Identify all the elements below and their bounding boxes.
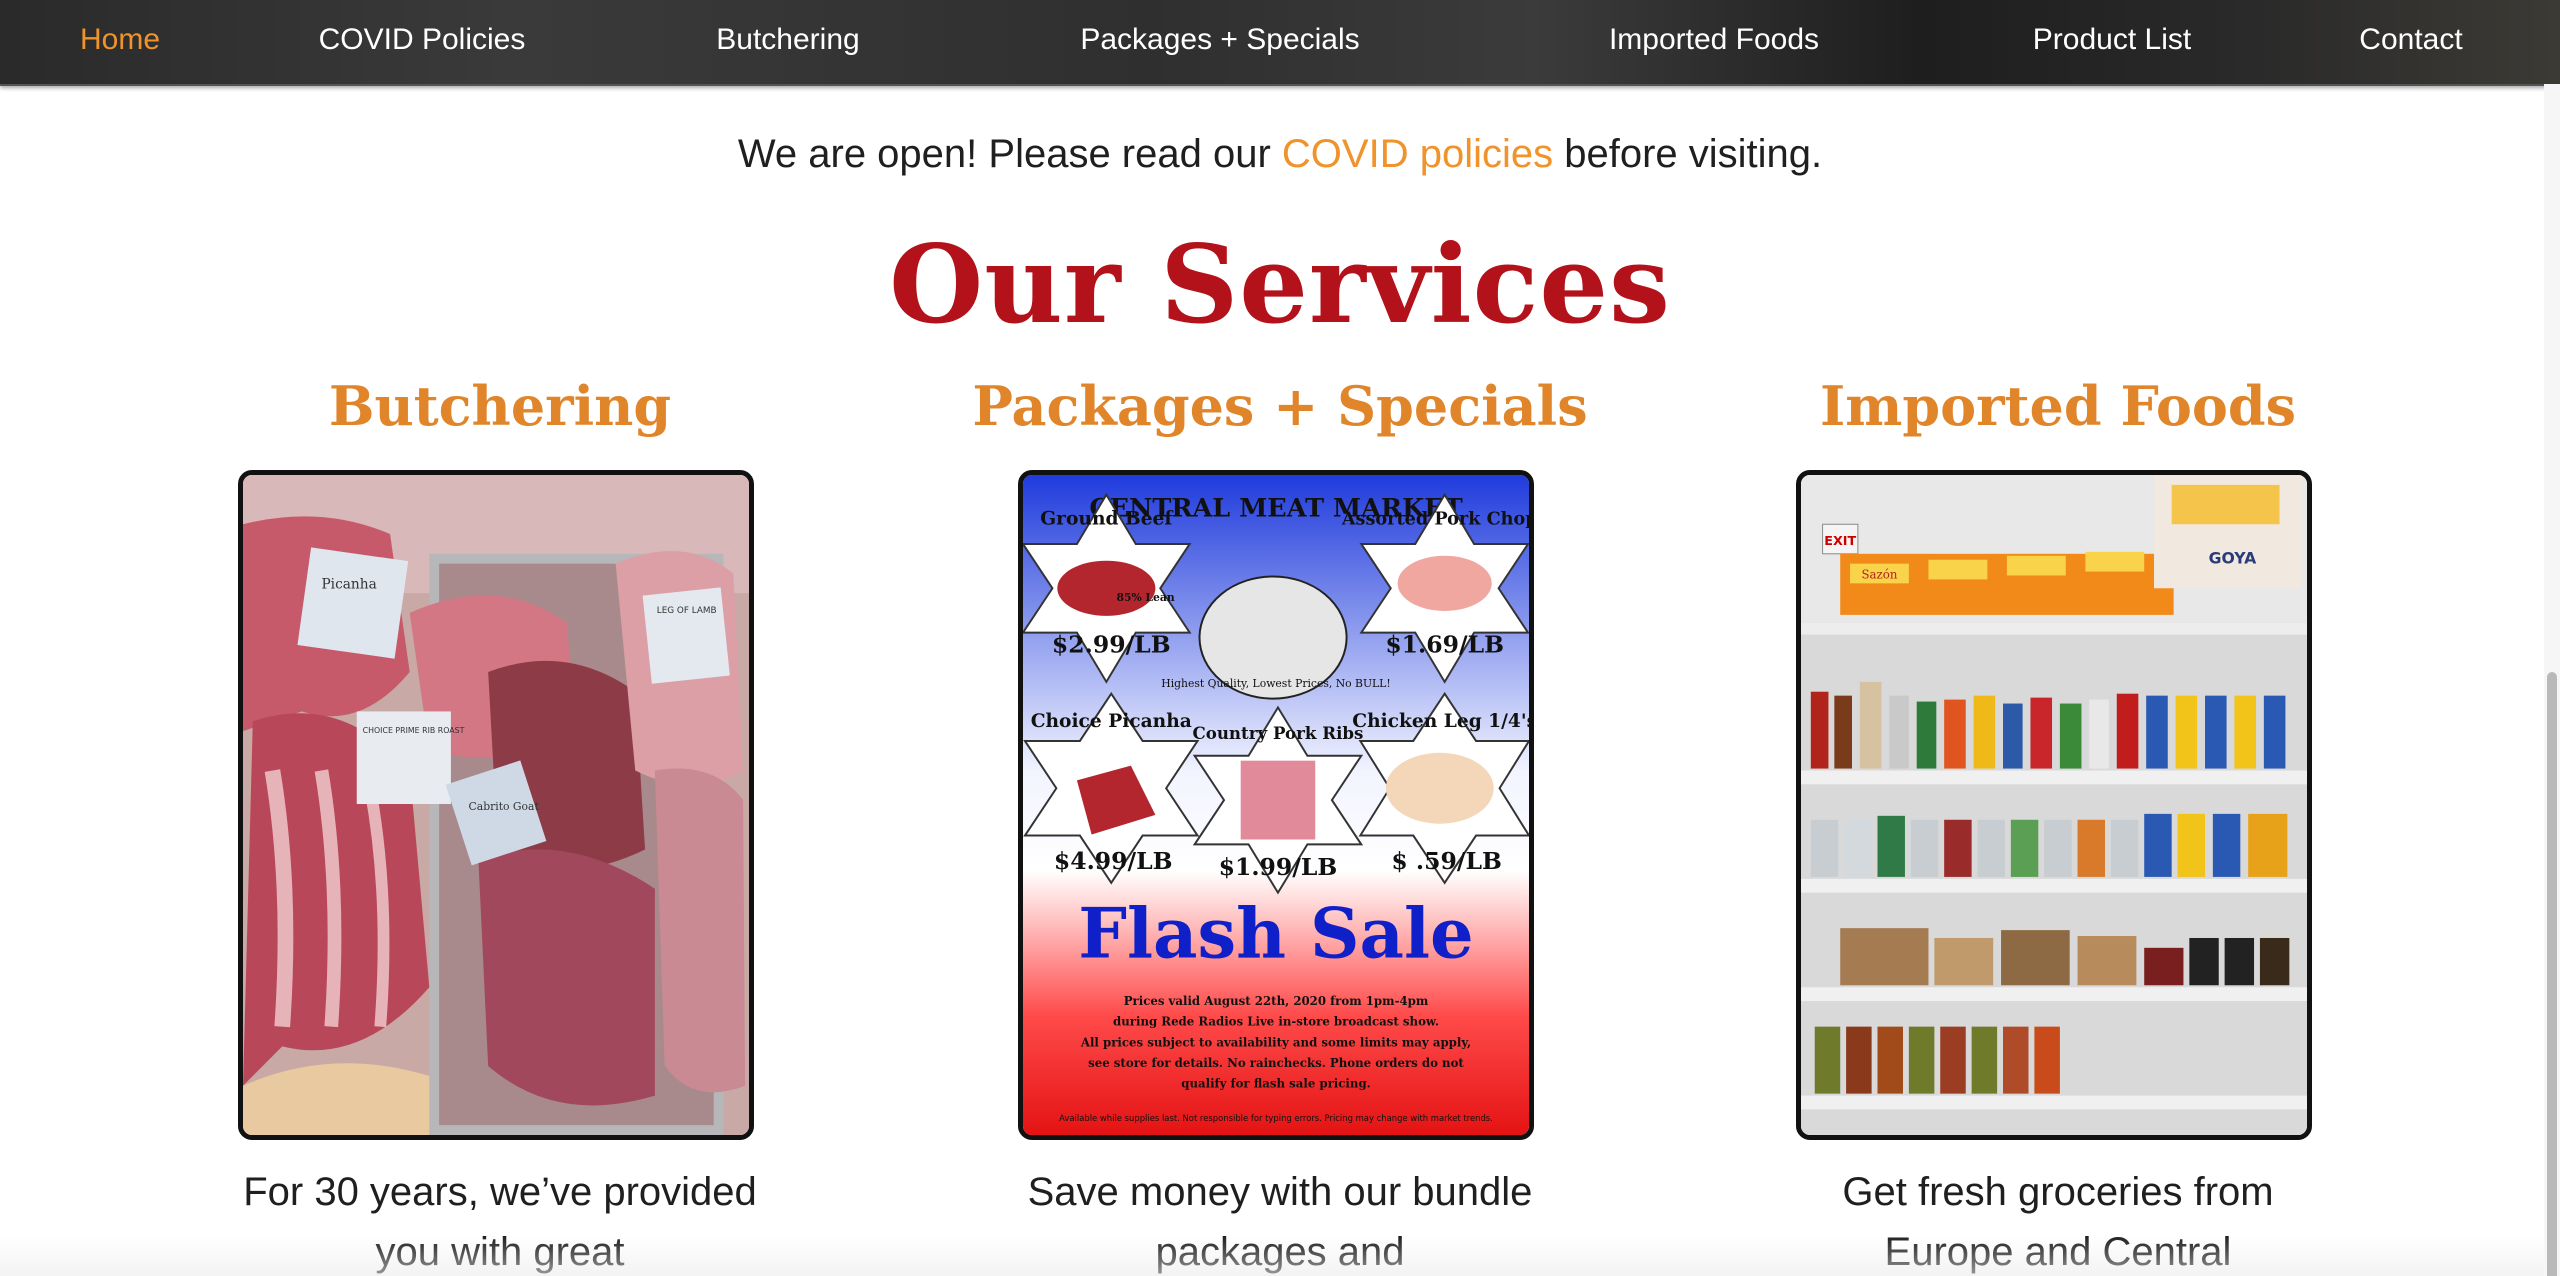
svg-text:Ground Beef: Ground Beef <box>1040 507 1174 529</box>
butchering-description: For 30 years, we’ve provided you with gr… <box>243 1170 757 1274</box>
notice-text-after: before visiting. <box>1553 132 1823 176</box>
nav-link-imported-foods[interactable]: Imported Foods <box>1609 0 1819 80</box>
svg-text:LEG OF LAMB: LEG OF LAMB <box>657 606 717 616</box>
flyer-headline: Flash Sale <box>1078 894 1473 975</box>
flyer-footer: Available while supplies last. Not respo… <box>1059 1113 1493 1123</box>
packages-specials-description: Save money with our bundle packages and <box>1027 1170 1533 1274</box>
imported-foods-heading[interactable]: Imported Foods <box>1708 374 2408 438</box>
nav-link-packages-specials[interactable]: Packages + Specials <box>1080 0 1359 80</box>
scrollbar-thumb[interactable] <box>2547 672 2557 1276</box>
imported-foods-image[interactable]: EXIT Sazón GOYA <box>1796 470 2312 1140</box>
tag-leg-of-lamb: LEG OF LAMB <box>642 587 730 684</box>
nav-link-contact[interactable]: Contact <box>2359 0 2462 80</box>
fine-print-line-3: All prices subject to availability and s… <box>1080 1035 1471 1049</box>
page: Home COVID Policies Butchering Packages … <box>0 0 2560 1276</box>
page-scrollbar[interactable] <box>2544 84 2560 1276</box>
nav-link-butchering[interactable]: Butchering <box>716 0 859 80</box>
fine-print-line-4: see store for details. No rainchecks. Ph… <box>1088 1056 1464 1070</box>
svg-text:$ .59/LB: $ .59/LB <box>1391 847 1502 875</box>
butchering-heading[interactable]: Butchering <box>150 374 850 438</box>
svg-text:CHOICE PRIME RIB ROAST: CHOICE PRIME RIB ROAST <box>363 726 465 735</box>
svg-text:85% Lean: 85% Lean <box>1116 591 1174 604</box>
svg-text:$1.99/LB: $1.99/LB <box>1219 853 1338 881</box>
svg-text:Chicken Leg 1/4's: Chicken Leg 1/4's <box>1352 710 1529 732</box>
svg-text:Assorted Pork Chops: Assorted Pork Chops <box>1341 508 1529 529</box>
svg-text:Sazón: Sazón <box>1861 567 1897 581</box>
services-heading: Our Services <box>889 222 1671 348</box>
exit-sign: EXIT <box>1824 534 1856 549</box>
nav-link-home[interactable]: Home <box>80 0 160 80</box>
tag-picanha: Picanha <box>297 547 409 659</box>
svg-text:$1.69/LB: $1.69/LB <box>1385 630 1504 658</box>
svg-text:Cabrito Goat: Cabrito Goat <box>469 800 540 813</box>
svg-text:GOYA: GOYA <box>2209 549 2257 568</box>
svg-text:Country Pork Ribs: Country Pork Ribs <box>1192 723 1363 743</box>
nav-link-covid-policies[interactable]: COVID Policies <box>319 0 526 80</box>
svg-text:Choice Picanha: Choice Picanha <box>1031 710 1192 732</box>
fine-print-line-2: during Rede Radios Live in-store broadca… <box>1113 1015 1439 1029</box>
svg-text:Picanha: Picanha <box>321 576 376 592</box>
top-navigation-bar: Home COVID Policies Butchering Packages … <box>0 0 2560 86</box>
flash-sale-flyer: CENTRAL MEAT MARKET Highest Quality, Low… <box>1023 475 1529 1135</box>
butchering-image[interactable]: Picanha LEG OF LAMB CHOICE PRIME RIB ROA… <box>238 470 754 1140</box>
meat-display-photo: Picanha LEG OF LAMB CHOICE PRIME RIB ROA… <box>243 475 749 1135</box>
packages-specials-image[interactable]: CENTRAL MEAT MARKET Highest Quality, Low… <box>1018 470 1534 1140</box>
grocery-shelves-photo: EXIT Sazón GOYA <box>1801 475 2307 1135</box>
notice-text-before: We are open! Please read our <box>737 132 1282 176</box>
imported-foods-description: Get fresh groceries from Europe and Cent… <box>1842 1170 2274 1274</box>
open-notice: We are open! Please read our COVID polic… <box>0 132 2560 177</box>
svg-text:$2.99/LB: $2.99/LB <box>1052 630 1171 658</box>
svg-text:$4.99/LB: $4.99/LB <box>1054 847 1173 875</box>
fine-print-line-5: qualify for flash sale pricing. <box>1181 1077 1371 1091</box>
fine-print-line-1: Prices valid August 22th, 2020 from 1pm-… <box>1124 994 1429 1008</box>
packages-specials-heading[interactable]: Packages + Specials <box>930 374 1630 438</box>
nav-link-product-list[interactable]: Product List <box>2033 0 2191 80</box>
covid-policies-link[interactable]: COVID policies <box>1282 132 1553 176</box>
flyer-tagline: Highest Quality, Lowest Prices, No BULL! <box>1161 677 1390 690</box>
